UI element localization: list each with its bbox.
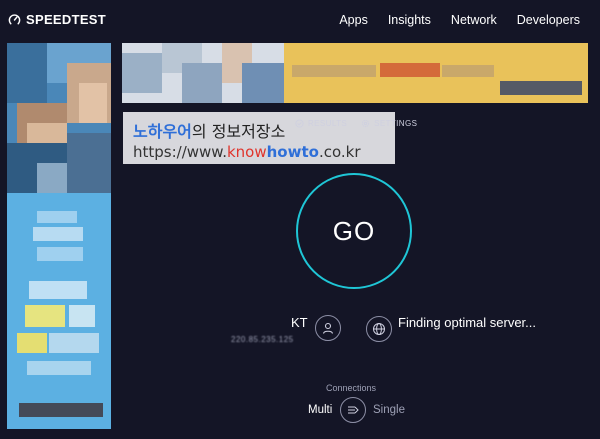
main-nav: Apps Insights Network Developers bbox=[339, 13, 580, 27]
person-icon bbox=[322, 322, 334, 334]
ip-address: 220.85.235.125 bbox=[231, 335, 294, 344]
nav-developers[interactable]: Developers bbox=[517, 13, 580, 27]
connections-label: Connections bbox=[326, 383, 377, 393]
isp-name: KT bbox=[291, 315, 308, 330]
tab-results[interactable]: RESULTS bbox=[295, 119, 347, 128]
nav-apps[interactable]: Apps bbox=[339, 13, 368, 27]
globe-icon bbox=[373, 323, 385, 335]
nav-network[interactable]: Network bbox=[451, 13, 497, 27]
server-status: Finding optimal server... bbox=[398, 315, 537, 330]
top-header: SPEEDTEST Apps Insights Network Develope… bbox=[0, 0, 600, 42]
gear-icon bbox=[362, 119, 370, 128]
tab-results-label: RESULTS bbox=[308, 119, 348, 128]
user-icon[interactable] bbox=[315, 315, 341, 341]
speedtest-logo[interactable]: SPEEDTEST bbox=[8, 12, 106, 27]
check-circle-icon bbox=[295, 119, 304, 128]
globe-icon-button[interactable] bbox=[366, 316, 392, 342]
go-button[interactable]: GO bbox=[296, 173, 412, 289]
left-advertisement[interactable] bbox=[7, 43, 111, 429]
go-button-label: GO bbox=[332, 215, 376, 246]
speedometer-icon bbox=[8, 14, 21, 25]
nav-insights[interactable]: Insights bbox=[388, 13, 431, 27]
connections-multi[interactable]: Multi bbox=[308, 404, 332, 416]
results-settings-tabs: RESULTS SETTINGS bbox=[295, 119, 417, 128]
connections-single[interactable]: Single bbox=[373, 404, 405, 416]
logo-text: SPEEDTEST bbox=[26, 12, 106, 27]
connections-arrows-icon bbox=[348, 406, 359, 414]
watermark-url: https://www.knowhowto.co.kr bbox=[133, 143, 361, 161]
connections-toggle[interactable] bbox=[340, 397, 366, 423]
top-banner-advertisement[interactable] bbox=[122, 43, 588, 103]
tab-settings[interactable]: SETTINGS bbox=[361, 119, 417, 128]
tab-settings-label: SETTINGS bbox=[374, 119, 418, 128]
